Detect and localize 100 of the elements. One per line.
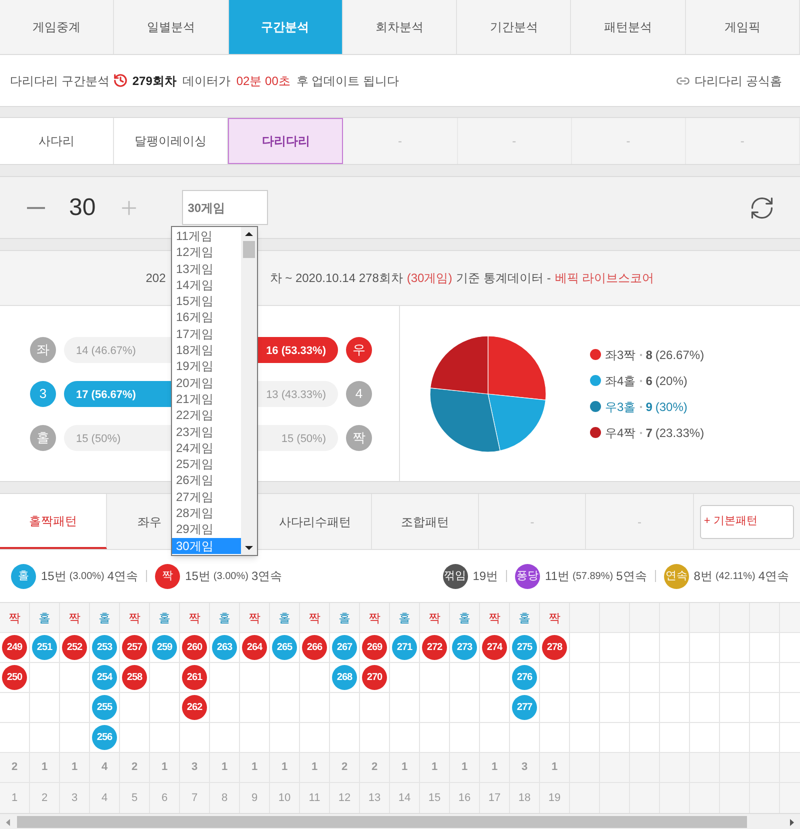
dropdown-option[interactable]: 18게임: [172, 342, 241, 358]
streak-count: 2: [371, 760, 378, 776]
dropdown-option[interactable]: 27게임: [172, 488, 241, 506]
count-value: 30: [69, 192, 96, 222]
column-index: 16: [458, 790, 471, 806]
pattern-streak: 5연속: [616, 568, 647, 585]
countdown: 02분 00초: [236, 72, 290, 90]
refresh-icon[interactable]: [749, 194, 775, 220]
streak-count: 1: [491, 760, 498, 776]
dropdown-option[interactable]: 25게임: [172, 456, 241, 472]
dropdown-option[interactable]: 12게임: [172, 244, 241, 261]
grid-index-cell: [630, 783, 659, 813]
pattern-badge: 퐁당: [515, 564, 540, 588]
streak-count: 2: [341, 760, 348, 776]
legend-label: 우3홀: [605, 398, 636, 416]
left-count: 17 (56.67%): [76, 388, 136, 402]
streak-count: 1: [161, 760, 168, 776]
dropdown-option[interactable]: 29게임: [172, 521, 241, 538]
dropdown-option[interactable]: 15게임: [172, 293, 241, 310]
column-index: 18: [518, 790, 531, 806]
column-index: 14: [398, 790, 411, 806]
dropdown-scrollbar[interactable]: [241, 227, 257, 555]
dropdown-option[interactable]: 17게임: [172, 326, 241, 342]
column-index: 11: [308, 790, 320, 806]
dropdown-option[interactable]: 28게임: [172, 505, 241, 522]
legend-percent: (30%): [655, 398, 688, 416]
column-index: 2: [41, 790, 48, 806]
column-index: 10: [278, 790, 291, 806]
right-label-badge: 4: [346, 380, 372, 406]
column-index: 8: [221, 790, 228, 806]
column-header: 짝: [548, 610, 560, 626]
legend-percent: (26.67%): [655, 346, 704, 364]
home-link[interactable]: 다리다리 공식홈: [694, 72, 782, 90]
column-index: 6: [161, 790, 168, 806]
game-tab[interactable]: 사다리: [0, 118, 114, 164]
nav-tab[interactable]: 게임픽: [686, 0, 800, 54]
dropdown-option[interactable]: 22게임: [172, 407, 241, 424]
horizontal-scrollbar[interactable]: [0, 813, 800, 829]
streak-count: 4: [101, 760, 108, 776]
column-header: 짝: [8, 610, 20, 626]
scrollbar-thumb[interactable]: [17, 816, 747, 828]
right-count: 16 (53.33%): [266, 344, 326, 358]
legend-label: 좌3짝: [605, 346, 636, 364]
column-header: 홀: [458, 610, 470, 626]
dropdown-option[interactable]: 20게임: [172, 374, 241, 391]
column-header: 홀: [218, 610, 230, 626]
streak-count: 2: [131, 760, 138, 776]
column-header: 홀: [38, 610, 50, 626]
grid-index-cell: [690, 783, 719, 813]
nav-tab[interactable]: 패턴분석: [571, 0, 686, 54]
dropdown-option[interactable]: 26게임: [172, 472, 241, 489]
pattern-tab[interactable]: 홀짝패턴: [0, 494, 108, 549]
pattern-count: 19번: [472, 568, 498, 585]
dropdown-option[interactable]: 11게임: [172, 228, 241, 244]
game-count-select[interactable]: 30게임: [182, 190, 268, 225]
scrollbar-thumb[interactable]: [243, 241, 255, 258]
pattern-percent: (42.11%): [715, 570, 756, 584]
legend-label: 우4짝: [605, 424, 636, 442]
nav-tab[interactable]: 회차분석: [342, 0, 458, 54]
column-index: 12: [338, 790, 351, 806]
column-header: 짝: [308, 610, 320, 626]
column-index: 13: [368, 790, 381, 806]
dropdown-option[interactable]: 19게임: [172, 358, 241, 375]
column-index: 19: [548, 790, 561, 806]
streak-count: 3: [191, 760, 198, 776]
dropdown-option[interactable]: 14게임: [172, 276, 241, 294]
column-index: 5: [131, 790, 138, 806]
streak-count: 1: [431, 760, 438, 776]
streak-count: 3: [521, 760, 528, 776]
pattern-percent: (3.00%): [69, 570, 104, 584]
column-index: 1: [11, 790, 18, 806]
pattern-count: 11번: [545, 568, 570, 585]
pattern-badge: 연속: [664, 564, 689, 588]
pattern-tab[interactable]: 조합패턴: [372, 494, 480, 549]
column-header: 짝: [488, 610, 500, 626]
column-index: 15: [428, 790, 441, 806]
legend-count: 6: [646, 372, 652, 390]
dropdown-option[interactable]: 24게임: [172, 440, 241, 456]
basic-pattern-button[interactable]: + 기본패턴: [700, 504, 794, 538]
legend-percent: (23.33%): [655, 424, 704, 442]
column-index: 9: [251, 790, 258, 806]
left-count: 14 (46.67%): [76, 344, 136, 358]
column-index: 17: [488, 790, 501, 806]
game-tab[interactable]: 달팽이레이싱: [114, 118, 228, 164]
nav-tab[interactable]: 게임중계: [0, 0, 114, 54]
column-header: 홀: [98, 610, 110, 626]
column-index: 7: [191, 790, 198, 806]
source-link[interactable]: 베픽 라이브스코어: [554, 269, 654, 287]
dropdown-option[interactable]: 23게임: [172, 424, 241, 440]
dropdown-option[interactable]: 16게임: [172, 309, 241, 326]
dropdown-option[interactable]: 13게임: [172, 260, 241, 277]
game-tab[interactable]: 다리다리: [228, 118, 344, 164]
column-header: 홀: [518, 610, 530, 626]
nav-tab[interactable]: 기간분석: [457, 0, 572, 54]
pie-slice: [430, 387, 500, 452]
dropdown-option[interactable]: 21게임: [172, 390, 241, 408]
column-header: 짝: [368, 610, 380, 626]
streak-count: 1: [311, 760, 318, 776]
column-index: 3: [71, 790, 78, 806]
dropdown-option[interactable]: 30게임: [172, 538, 241, 554]
